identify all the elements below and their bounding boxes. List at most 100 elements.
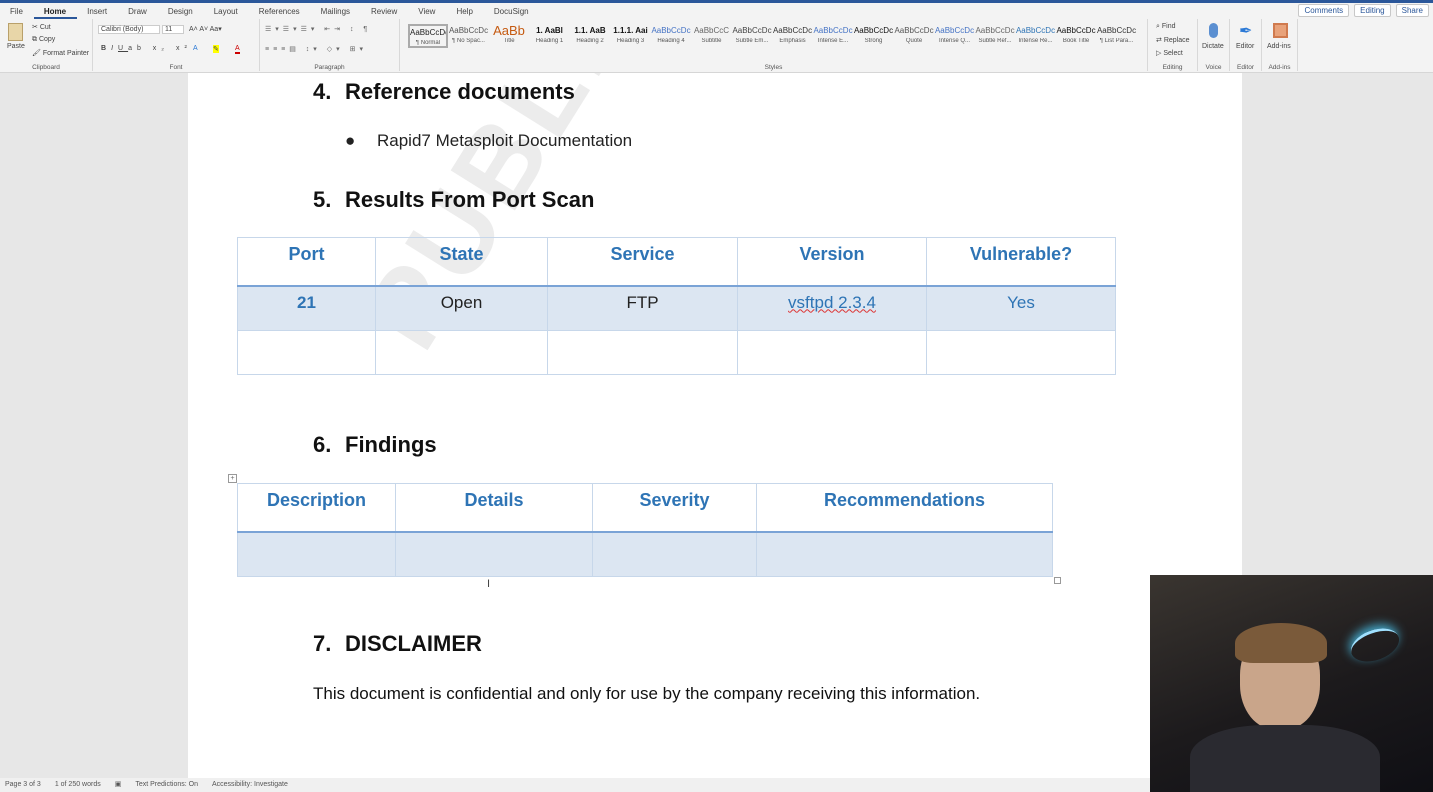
table-move-handle[interactable]: +	[228, 474, 237, 483]
page-count[interactable]: Page 3 of 3	[5, 778, 41, 792]
style-preview: AaBbCcDc	[651, 26, 691, 35]
heading-text: Findings	[345, 432, 437, 457]
dictate-button[interactable]: Dictate	[1202, 43, 1224, 50]
tab-insert[interactable]: Insert	[77, 5, 118, 19]
paste-button[interactable]: Paste	[7, 43, 25, 50]
cell[interactable]	[592, 531, 757, 577]
style-name: Subtle Em...	[735, 38, 769, 44]
proofing-icon[interactable]: ▣	[115, 778, 122, 792]
style-5[interactable]: 1.1.1. Aai Heading 3	[611, 24, 651, 44]
tab-review[interactable]: Review	[361, 5, 408, 19]
tab-file[interactable]: File	[0, 5, 34, 19]
cell[interactable]	[375, 330, 548, 375]
heading-number: 6.	[313, 432, 332, 457]
style-name: Heading 3	[616, 38, 645, 44]
style-4[interactable]: 1.1. AaB Heading 2	[570, 24, 610, 44]
select-button[interactable]: ▷ Select	[1156, 49, 1183, 57]
style-8[interactable]: AaBbCcDc Subtle Em...	[732, 24, 772, 44]
tab-layout[interactable]: Layout	[204, 5, 249, 19]
cell[interactable]	[237, 531, 396, 577]
table-resize-handle[interactable]	[1054, 577, 1061, 584]
replace-label: Replace	[1163, 37, 1190, 44]
col-state: State	[375, 237, 548, 287]
findings-table[interactable]: Description Details Severity Recommendat…	[237, 483, 1053, 577]
editor-group: ✒ Editor Editor	[1230, 19, 1262, 71]
tab-view[interactable]: View	[408, 5, 446, 19]
style-16[interactable]: AaBbCcDc Book Title	[1056, 24, 1096, 44]
share-button[interactable]: Share	[1395, 4, 1429, 17]
style-1[interactable]: AaBbCcDc ¶ No Spac...	[449, 24, 489, 44]
webcam-overlay	[1150, 575, 1433, 792]
tab-help[interactable]: Help	[446, 5, 483, 19]
font-color-icon[interactable]: A	[235, 45, 240, 54]
replace-button[interactable]: ⇄ Replace	[1156, 36, 1190, 44]
cell[interactable]	[926, 330, 1116, 375]
accessibility-status[interactable]: Accessibility: Investigate	[212, 778, 288, 792]
tab-mailings[interactable]: Mailings	[311, 5, 361, 19]
style-14[interactable]: AaBbCcDc Subtle Ref...	[975, 24, 1015, 44]
format-painter-button[interactable]: 🖌 Format Painter	[32, 49, 89, 57]
addins-label: Add-ins	[1268, 64, 1291, 71]
text-predictions[interactable]: Text Predictions: On	[135, 778, 198, 792]
style-name: Intense E...	[817, 38, 849, 44]
tab-draw[interactable]: Draw	[118, 5, 158, 19]
style-2[interactable]: AaBb Title	[489, 24, 529, 44]
font-size-select[interactable]: 11	[162, 25, 184, 34]
tab-docusign[interactable]: DocuSign	[484, 5, 540, 19]
tab-home[interactable]: Home	[33, 5, 78, 19]
style-preview: AaBbCcDc	[1096, 26, 1137, 35]
style-7[interactable]: AaBbCcC Subtitle	[692, 24, 732, 44]
styles-label: Styles	[764, 64, 783, 71]
cell-version[interactable]: vsftpd 2.3.4	[737, 285, 927, 331]
editing-mode-button[interactable]: Editing	[1354, 4, 1391, 17]
style-11[interactable]: AaBbCcDc Strong	[854, 24, 894, 44]
cell[interactable]	[737, 330, 927, 375]
find-button[interactable]: ⌕ Find	[1156, 23, 1176, 31]
port-scan-table[interactable]: Port State Service Version Vulnerable? 2…	[237, 237, 1116, 375]
copy-button[interactable]: ⧉ Copy	[32, 36, 55, 44]
list-buttons[interactable]: ☰▾☰▾☰▾ ⇤⇥ ↕ ¶	[265, 25, 371, 33]
style-9[interactable]: AaBbCcDc Emphasis	[773, 24, 813, 44]
cell[interactable]	[237, 330, 376, 375]
tab-design[interactable]: Design	[158, 5, 204, 19]
style-3[interactable]: 1. AaBl Heading 1	[530, 24, 570, 44]
style-15[interactable]: AaBbCcDc Intense Re...	[1016, 24, 1056, 44]
cell[interactable]	[756, 531, 1053, 577]
cell-state[interactable]: Open	[375, 285, 548, 331]
editor-button[interactable]: Editor	[1236, 43, 1254, 50]
font-format-buttons[interactable]: BIUab x₂ x²	[101, 45, 192, 52]
style-preview: AaBbCcDc	[410, 28, 446, 37]
style-17[interactable]: AaBbCcDc ¶ List Para...	[1097, 24, 1137, 44]
style-6[interactable]: AaBbCcDc Heading 4	[651, 24, 691, 44]
cell[interactable]	[547, 330, 738, 375]
text-effects-icon[interactable]: A	[193, 45, 198, 52]
cut-button[interactable]: ✂ Cut	[32, 23, 51, 31]
font-grow-shrink-icons[interactable]: A˄ A˅ Aa▾	[189, 25, 222, 33]
style-12[interactable]: AaBbCcDc Quote	[894, 24, 934, 44]
heading-number: 7.	[313, 631, 332, 656]
table-row-empty	[237, 531, 1053, 577]
voice-group: Dictate Voice	[1198, 19, 1230, 71]
addins-button[interactable]: Add-ins	[1267, 43, 1291, 50]
webcam-person-body	[1190, 725, 1380, 792]
style-preview: AaBbCcDc	[1056, 26, 1096, 35]
editor-label: Editor	[1237, 64, 1254, 71]
font-name-select[interactable]: Calibri (Body)	[98, 25, 160, 34]
style-10[interactable]: AaBbCcDc Intense E...	[813, 24, 853, 44]
highlight-icon[interactable]: ✎	[213, 45, 219, 53]
style-name: ¶ No Spac...	[452, 38, 485, 44]
comments-button[interactable]: Comments	[1298, 4, 1350, 17]
style-name: Subtitle	[701, 38, 722, 44]
document-page[interactable]: PUBLIC TEMPLATE 4.Reference documents ●R…	[188, 73, 1242, 778]
style-0[interactable]: AaBbCcDc ¶ Normal	[408, 24, 448, 48]
tab-references[interactable]: References	[249, 5, 311, 19]
cell-service[interactable]: FTP	[547, 285, 738, 331]
cell-vulnerable[interactable]: Yes	[926, 285, 1116, 331]
style-13[interactable]: AaBbCcDc Intense Q...	[935, 24, 975, 44]
styles-group: AaBbCcDc ¶ Normal AaBbCcDc ¶ No Spac... AaBb…	[400, 19, 1148, 71]
col-vulnerable: Vulnerable?	[926, 237, 1116, 287]
cell[interactable]	[395, 531, 593, 577]
word-count[interactable]: 1 of 250 words	[55, 778, 101, 792]
cell-port[interactable]: 21	[237, 285, 376, 331]
alignment-buttons[interactable]: ≡≡≡▤ ↕▾ ◇▾ ⊞▾	[265, 45, 367, 53]
